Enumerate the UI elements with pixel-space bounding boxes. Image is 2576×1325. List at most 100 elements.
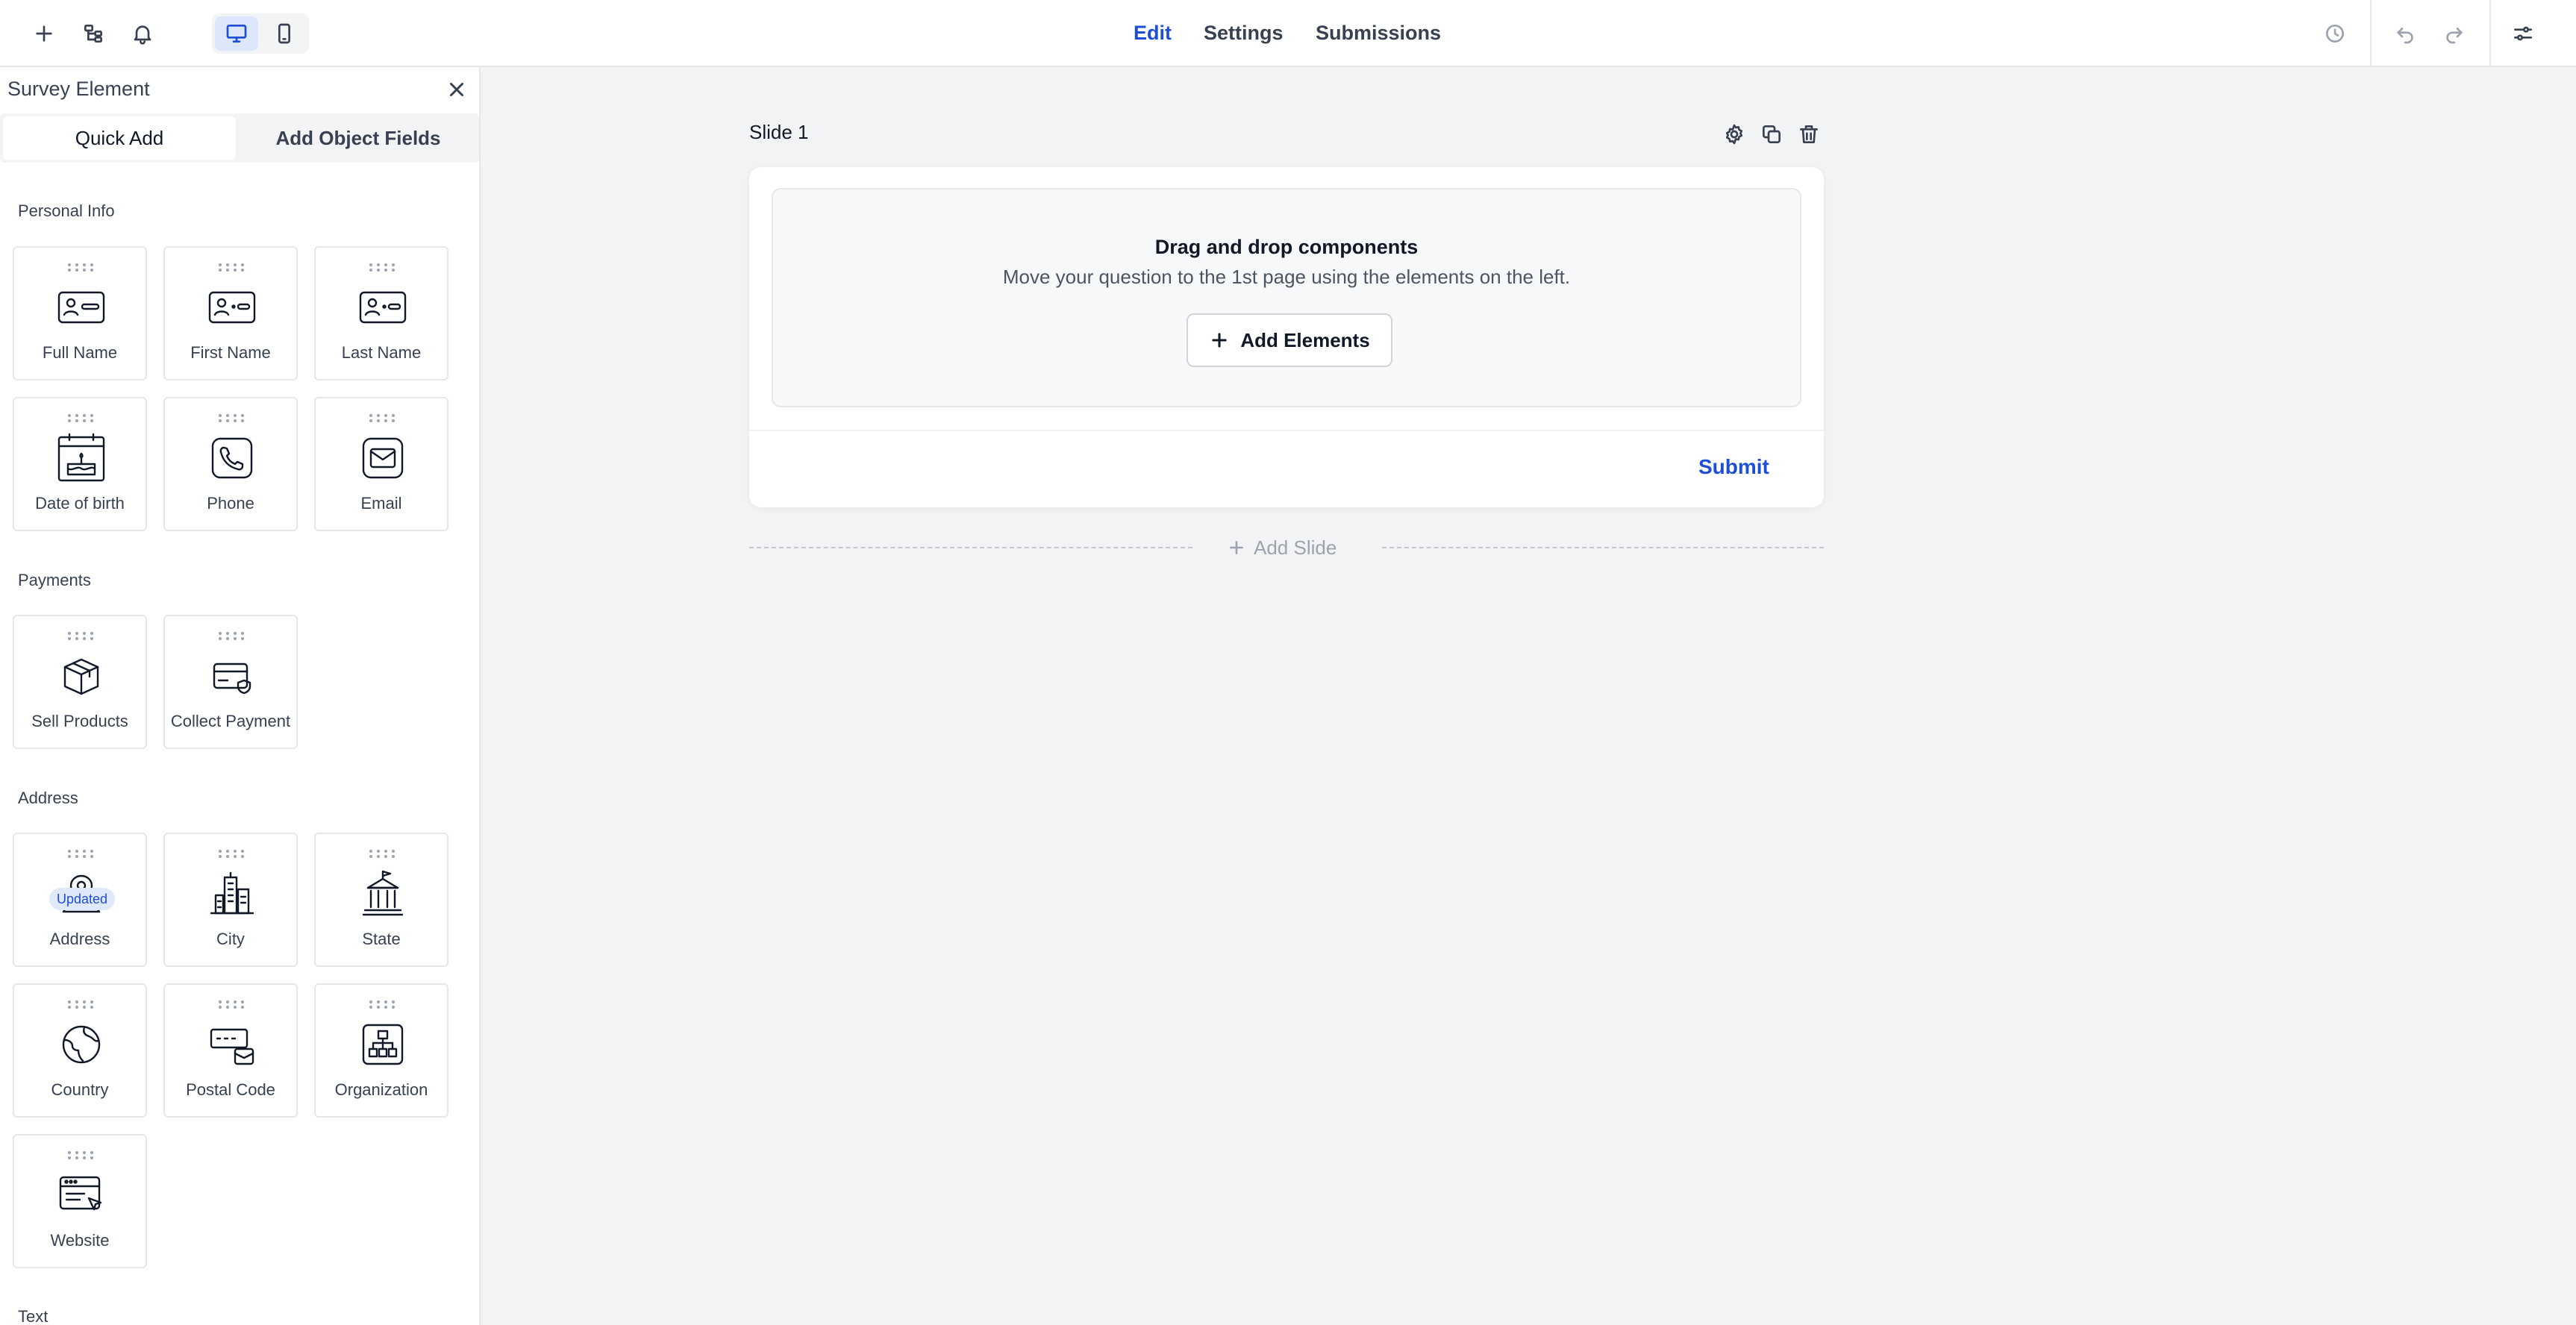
element-card-full-name[interactable]: Full Name bbox=[13, 246, 147, 380]
drag-handle-icon[interactable] bbox=[368, 849, 398, 858]
plus-icon bbox=[1212, 333, 1227, 348]
section-label-payments: Payments bbox=[18, 571, 91, 589]
element-label: City bbox=[216, 930, 245, 948]
element-card-collect-payment[interactable]: Collect Payment bbox=[163, 615, 298, 749]
birthday-cake-icon bbox=[54, 431, 108, 485]
element-label: Address bbox=[49, 930, 110, 948]
drag-handle-icon[interactable] bbox=[66, 413, 96, 422]
slide-settings-button[interactable] bbox=[1719, 119, 1749, 149]
element-card-organization[interactable]: Organization bbox=[314, 983, 448, 1118]
drag-handle-icon[interactable] bbox=[368, 1000, 398, 1009]
slide-footer-divider bbox=[749, 430, 1824, 431]
element-card-phone[interactable]: Phone bbox=[163, 397, 298, 531]
tab-add-object-fields[interactable]: Add Object Fields bbox=[240, 116, 476, 160]
credit-card-icon bbox=[205, 649, 259, 703]
element-label: Full Name bbox=[42, 343, 118, 362]
smartphone-icon bbox=[278, 23, 290, 44]
postal-code-icon bbox=[205, 1018, 259, 1071]
element-card-website[interactable]: Website bbox=[13, 1134, 147, 1268]
tab-quick-add[interactable]: Quick Add bbox=[3, 116, 236, 160]
drag-handle-icon[interactable] bbox=[368, 263, 398, 272]
sliders-icon[interactable] bbox=[2506, 16, 2540, 51]
survey-element-panel: Survey Element Quick Add Add Object Fiel… bbox=[0, 67, 481, 1325]
capitol-building-icon bbox=[356, 867, 410, 921]
package-icon bbox=[54, 649, 108, 703]
dashed-divider bbox=[749, 547, 1192, 548]
slide-duplicate-button[interactable] bbox=[1757, 119, 1786, 149]
gear-icon bbox=[1725, 124, 1743, 145]
tab-edit[interactable]: Edit bbox=[1134, 18, 1172, 48]
tab-settings[interactable]: Settings bbox=[1204, 18, 1284, 48]
element-label: Country bbox=[51, 1080, 109, 1099]
drag-handle-icon[interactable] bbox=[217, 849, 247, 858]
globe-icon bbox=[54, 1018, 108, 1071]
drag-handle-icon[interactable] bbox=[66, 849, 96, 858]
drag-handle-icon[interactable] bbox=[217, 631, 247, 640]
city-buildings-icon bbox=[205, 867, 259, 921]
slide-delete-button[interactable] bbox=[1794, 119, 1824, 149]
element-label: First Name bbox=[190, 343, 271, 362]
top-toolbar: Edit Settings Submissions bbox=[0, 0, 2576, 67]
toolbar-divider bbox=[2489, 0, 2491, 67]
element-card-state[interactable]: State bbox=[314, 833, 448, 967]
id-card-icon bbox=[54, 281, 108, 334]
drop-zone[interactable]: Drag and drop components Move your quest… bbox=[772, 188, 1801, 407]
add-slide-button[interactable]: Add Slide bbox=[1227, 534, 1352, 561]
copy-icon bbox=[1763, 125, 1781, 143]
element-card-email[interactable]: Email bbox=[314, 397, 448, 531]
element-card-first-name[interactable]: First Name bbox=[163, 246, 298, 380]
email-icon bbox=[356, 431, 410, 485]
panel-title: Survey Element bbox=[7, 78, 150, 100]
monitor-icon bbox=[226, 24, 247, 43]
element-card-date-of-birth[interactable]: Date of birth bbox=[13, 397, 147, 531]
element-label: Sell Products bbox=[31, 712, 128, 730]
drag-handle-icon[interactable] bbox=[217, 413, 247, 422]
id-card-icon bbox=[205, 281, 259, 334]
desktop-view-button[interactable] bbox=[215, 16, 258, 51]
slide-card: Drag and drop components Move your quest… bbox=[749, 167, 1824, 507]
undo-icon[interactable] bbox=[2388, 16, 2422, 51]
drop-zone-title: Drag and drop components bbox=[1154, 236, 1419, 258]
phone-icon bbox=[205, 431, 259, 485]
toolbar-divider bbox=[2370, 0, 2372, 67]
browser-cursor-icon bbox=[54, 1168, 108, 1222]
element-card-postal-code[interactable]: Postal Code bbox=[163, 983, 298, 1118]
dashed-divider bbox=[1382, 547, 1824, 548]
drag-handle-icon[interactable] bbox=[217, 263, 247, 272]
element-card-country[interactable]: Country bbox=[13, 983, 147, 1118]
submit-button[interactable]: Submit bbox=[1698, 455, 1769, 479]
add-elements-label: Add Elements bbox=[1240, 328, 1370, 351]
add-slide-label: Add Slide bbox=[1254, 536, 1337, 559]
section-label-address: Address bbox=[18, 789, 78, 807]
plus-icon bbox=[1230, 541, 1243, 554]
trash-icon bbox=[1800, 125, 1818, 143]
organization-chart-icon bbox=[356, 1018, 410, 1071]
section-label-text: Text bbox=[18, 1307, 49, 1325]
drag-handle-icon[interactable] bbox=[66, 263, 96, 272]
close-icon[interactable] bbox=[443, 76, 470, 103]
history-icon[interactable] bbox=[2318, 16, 2352, 51]
element-label: Last Name bbox=[341, 343, 422, 362]
panel-tabs: Quick Add Add Object Fields bbox=[0, 113, 479, 163]
mobile-view-button[interactable] bbox=[263, 16, 306, 51]
sitemap-icon[interactable] bbox=[76, 16, 110, 51]
add-elements-button[interactable]: Add Elements bbox=[1187, 313, 1392, 367]
add-icon[interactable] bbox=[27, 16, 61, 51]
drag-handle-icon[interactable] bbox=[217, 1000, 247, 1009]
drop-zone-subtitle: Move your question to the 1st page using… bbox=[1002, 266, 1571, 288]
bell-icon[interactable] bbox=[125, 16, 160, 51]
element-card-sell-products[interactable]: Sell Products bbox=[13, 615, 147, 749]
element-label: Date of birth bbox=[35, 494, 125, 513]
element-label: Postal Code bbox=[186, 1080, 275, 1099]
drag-handle-icon[interactable] bbox=[66, 1000, 96, 1009]
id-card-icon bbox=[356, 281, 410, 334]
tab-submissions[interactable]: Submissions bbox=[1316, 18, 1441, 48]
drag-handle-icon[interactable] bbox=[368, 413, 398, 422]
section-label-personal-info: Personal Info bbox=[18, 201, 115, 220]
redo-icon[interactable] bbox=[2437, 16, 2472, 51]
drag-handle-icon[interactable] bbox=[66, 1150, 96, 1159]
drag-handle-icon[interactable] bbox=[66, 631, 96, 640]
element-card-city[interactable]: City bbox=[163, 833, 298, 967]
add-slide-row: Add Slide bbox=[749, 534, 1824, 561]
element-card-last-name[interactable]: Last Name bbox=[314, 246, 448, 380]
